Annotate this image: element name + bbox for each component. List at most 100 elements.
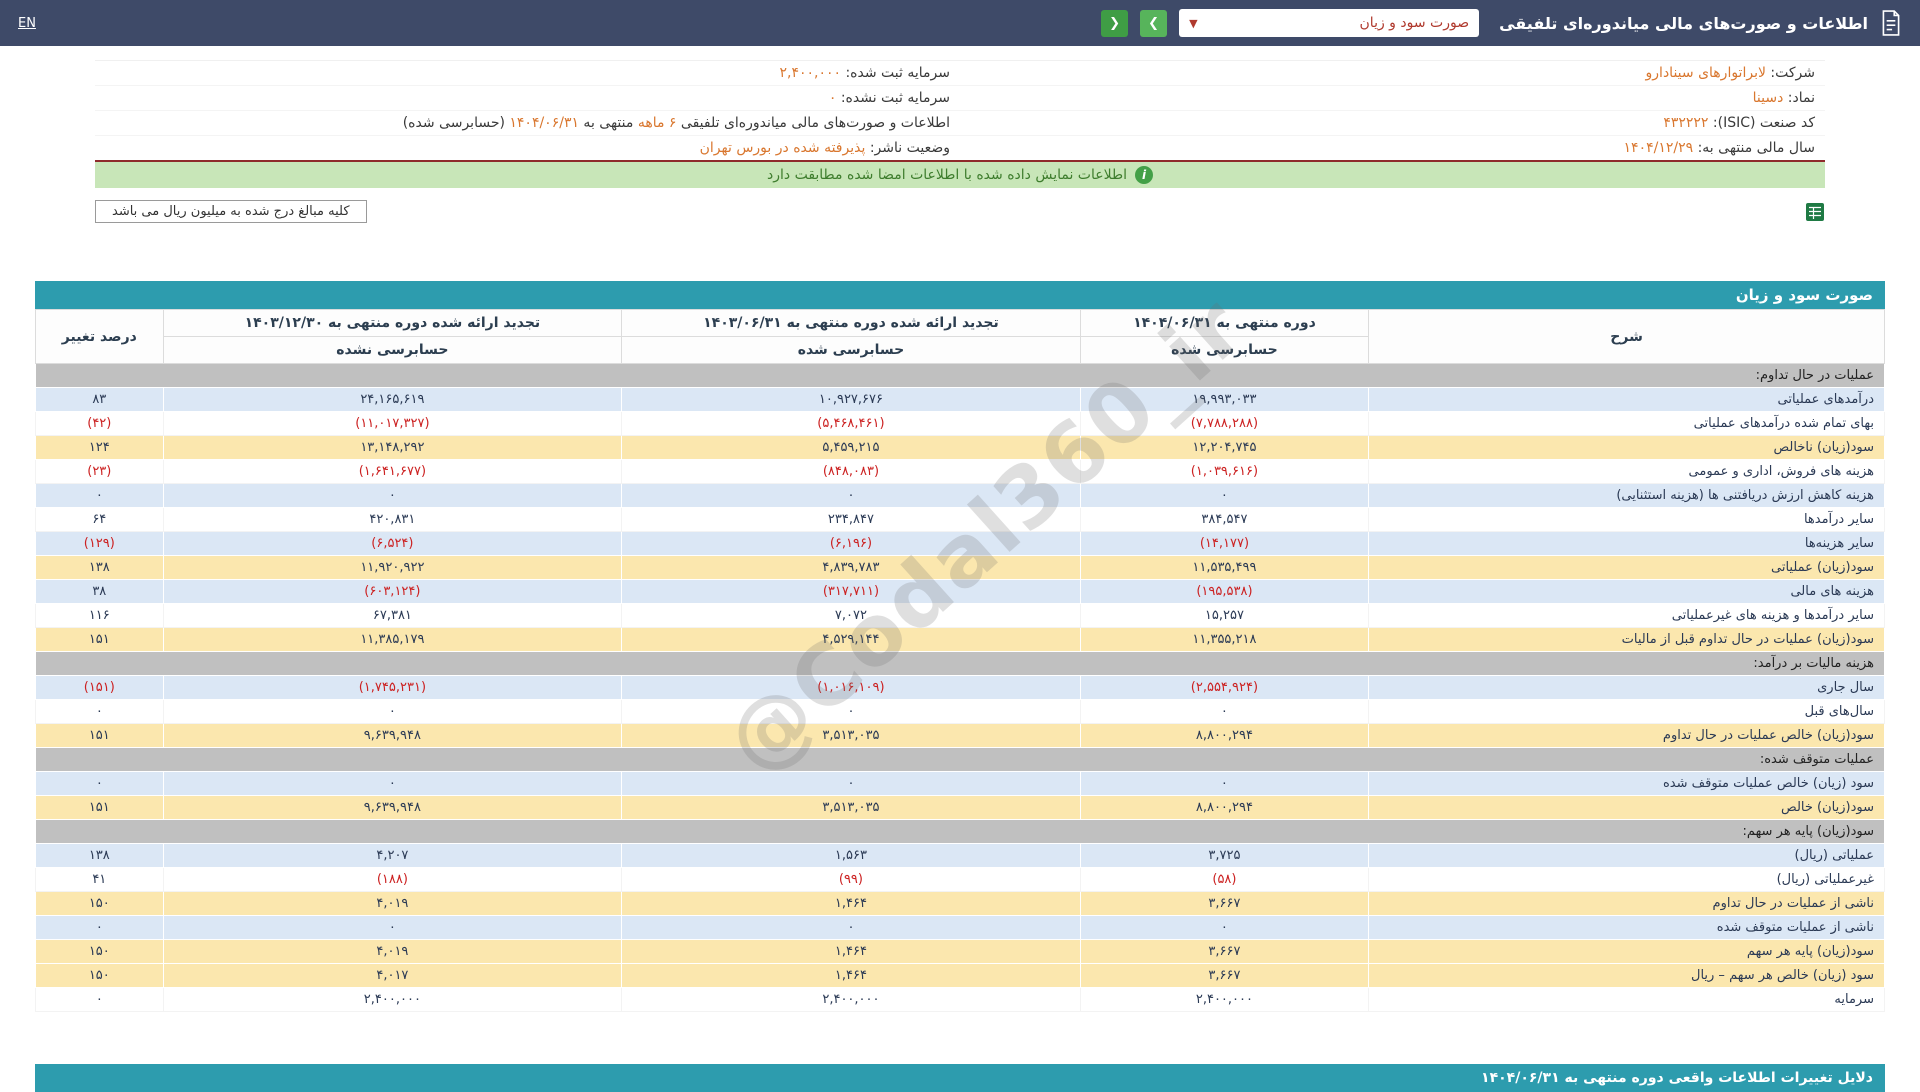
value-cell: (۱۴,۱۷۷) bbox=[1080, 532, 1368, 556]
excel-export-icon[interactable] bbox=[1805, 202, 1825, 222]
statement-row: سود(زیان) عملیاتی۱۱,۵۳۵,۴۹۹۴,۸۳۹,۷۸۳۱۱,۹… bbox=[36, 556, 1885, 580]
value-cell: (۱,۰۳۹,۶۱۶) bbox=[1080, 460, 1368, 484]
row-label: هزینه های فروش، اداری و عمومی bbox=[1369, 460, 1885, 484]
statement-section: صورت سود و زیان شرح دوره منتهی به ۱۴۰۴/۰… bbox=[35, 281, 1885, 1012]
value-cell: ۳۸ bbox=[36, 580, 164, 604]
row-label: سود (زیان) خالص عملیات متوقف شده bbox=[1369, 772, 1885, 796]
value-cell: ۷,۰۷۲ bbox=[622, 604, 1081, 628]
statement-row: سود(زیان) پایه هر سهم۳,۶۶۷۱,۴۶۴۴,۰۱۹۱۵۰ bbox=[36, 940, 1885, 964]
value-cell: ۱۱,۹۲۰,۹۲۲ bbox=[163, 556, 622, 580]
value-cell: ۱۹,۹۹۳,۰۳۳ bbox=[1080, 388, 1368, 412]
value-cell: ۱۱۶ bbox=[36, 604, 164, 628]
value-cell: ۴۱ bbox=[36, 868, 164, 892]
value-cell: ۱۵۰ bbox=[36, 964, 164, 988]
value-cell: ۰ bbox=[1080, 916, 1368, 940]
row-label: سرمایه bbox=[1369, 988, 1885, 1012]
value-cell: (۱۱,۰۱۷,۳۲۷) bbox=[163, 412, 622, 436]
value-cell: (۱۲۹) bbox=[36, 532, 164, 556]
value-cell: ۰ bbox=[1080, 484, 1368, 508]
fiscal-year-label: سال مالی منتهی به: bbox=[1698, 140, 1815, 156]
report-period-prefix: اطلاعات و صورت‌های مالی میاندوره‌ای تلفی… bbox=[676, 115, 950, 131]
statement-row: سایر درآمدها۳۸۴,۵۴۷۲۳۴,۸۴۷۴۲۰,۸۳۱۶۴ bbox=[36, 508, 1885, 532]
value-cell: ۱۳۸ bbox=[36, 556, 164, 580]
statement-row: هزینه های فروش، اداری و عمومی(۱,۰۳۹,۶۱۶)… bbox=[36, 460, 1885, 484]
statement-row: سود (زیان) خالص هر سهم – ریال۳,۶۶۷۱,۴۶۴۴… bbox=[36, 964, 1885, 988]
value-cell: ۳,۵۱۳,۰۳۵ bbox=[622, 796, 1081, 820]
value-cell: ۵,۴۵۹,۲۱۵ bbox=[622, 436, 1081, 460]
row-label: بهای تمام شده درآمدهای عملیاتی bbox=[1369, 412, 1885, 436]
row-label: غیرعملیاتی (ریال) bbox=[1369, 868, 1885, 892]
value-cell: (۴۲) bbox=[36, 412, 164, 436]
report-period-field: اطلاعات و صورت‌های مالی میاندوره‌ای تلفی… bbox=[95, 111, 960, 136]
value-cell: (۸۴۸,۰۸۳) bbox=[622, 460, 1081, 484]
col-header-period3: تجدید ارائه شده دوره منتهی به ۱۴۰۳/۱۲/۳۰ bbox=[163, 310, 622, 337]
statement-row: سود(زیان) عملیات در حال تداوم قبل از مال… bbox=[36, 628, 1885, 652]
statement-select[interactable]: صورت سود و زیان ▼ bbox=[1179, 9, 1479, 37]
value-cell: ۸,۸۰۰,۲۹۴ bbox=[1080, 796, 1368, 820]
row-label: عملیاتی (ریال) bbox=[1369, 844, 1885, 868]
value-cell: ۱۵۰ bbox=[36, 940, 164, 964]
section-row: هزینه مالیات بر درآمد: bbox=[36, 652, 1885, 676]
value-cell: ۲۴,۱۶۵,۶۱۹ bbox=[163, 388, 622, 412]
value-cell: ۱۵,۲۵۷ bbox=[1080, 604, 1368, 628]
value-cell: ۰ bbox=[163, 484, 622, 508]
value-cell: ۰ bbox=[163, 700, 622, 724]
section-label: هزینه مالیات بر درآمد: bbox=[36, 652, 1885, 676]
value-cell: ۱۲,۲۰۴,۷۴۵ bbox=[1080, 436, 1368, 460]
issuer-status-field: وضعیت ناشر: پذیرفته شده در بورس تهران bbox=[95, 136, 960, 160]
fiscal-year-field: سال مالی منتهی به: ۱۴۰۴/۱۲/۲۹ bbox=[960, 136, 1825, 160]
value-cell: (۱۸۸) bbox=[163, 868, 622, 892]
statement-title: صورت سود و زیان bbox=[35, 281, 1885, 309]
row-label: سال جاری bbox=[1369, 676, 1885, 700]
next-statement-button[interactable]: ❯ bbox=[1140, 10, 1167, 37]
language-toggle-en[interactable]: EN bbox=[18, 16, 36, 31]
value-cell: (۷,۷۸۸,۲۸۸) bbox=[1080, 412, 1368, 436]
value-cell: ۹,۶۳۹,۹۴۸ bbox=[163, 796, 622, 820]
row-label: هزینه کاهش ارزش دریافتنی ها (هزینه استثن… bbox=[1369, 484, 1885, 508]
value-cell: ۱۵۱ bbox=[36, 724, 164, 748]
statement-row: سال‌های قبل۰۰۰۰ bbox=[36, 700, 1885, 724]
signed-info-bar: i اطلاعات نمایش داده شده با اطلاعات امضا… bbox=[95, 162, 1825, 188]
statement-table: شرح دوره منتهی به ۱۴۰۴/۰۶/۳۱ تجدید ارائه… bbox=[35, 309, 1885, 1012]
unregistered-capital-value: ۰ bbox=[829, 90, 837, 106]
section-row: عملیات در حال تداوم: bbox=[36, 364, 1885, 388]
value-cell: ۱۰,۹۲۷,۶۷۶ bbox=[622, 388, 1081, 412]
value-cell: ۴,۰۱۷ bbox=[163, 964, 622, 988]
col-header-description: شرح bbox=[1369, 310, 1885, 364]
row-label: سود(زیان) ناخالص bbox=[1369, 436, 1885, 460]
value-cell: ۲۳۴,۸۴۷ bbox=[622, 508, 1081, 532]
value-cell: ۱۲۴ bbox=[36, 436, 164, 460]
value-cell: ۱۱,۳۵۵,۲۱۸ bbox=[1080, 628, 1368, 652]
value-cell: ۰ bbox=[163, 772, 622, 796]
value-cell: ۹,۶۳۹,۹۴۸ bbox=[163, 724, 622, 748]
section-label: عملیات متوقف شده: bbox=[36, 748, 1885, 772]
value-cell: ۰ bbox=[36, 916, 164, 940]
statement-row: بهای تمام شده درآمدهای عملیاتی(۷,۷۸۸,۲۸۸… bbox=[36, 412, 1885, 436]
info-icon: i bbox=[1135, 166, 1153, 184]
issuer-status-label: وضعیت ناشر: bbox=[870, 140, 950, 156]
value-cell: ۱۱,۳۸۵,۱۷۹ bbox=[163, 628, 622, 652]
report-document-icon bbox=[1880, 10, 1902, 36]
value-cell: ۲,۴۰۰,۰۰۰ bbox=[163, 988, 622, 1012]
value-cell: ۶۷,۳۸۱ bbox=[163, 604, 622, 628]
statement-row: درآمدهای عملیاتی۱۹,۹۹۳,۰۳۳۱۰,۹۲۷,۶۷۶۲۴,۱… bbox=[36, 388, 1885, 412]
report-period-audit-state: (حسابرسی شده) bbox=[403, 115, 505, 131]
value-cell: (۶,۱۹۶) bbox=[622, 532, 1081, 556]
symbol-label: نماد: bbox=[1788, 90, 1815, 106]
value-cell: ۳,۶۶۷ bbox=[1080, 940, 1368, 964]
statement-row: ناشی از عملیات متوقف شده۰۰۰۰ bbox=[36, 916, 1885, 940]
statement-row: هزینه های مالی(۱۹۵,۵۳۸)(۳۱۷,۷۱۱)(۶۰۳,۱۲۴… bbox=[36, 580, 1885, 604]
value-cell: (۳۱۷,۷۱۱) bbox=[622, 580, 1081, 604]
company-name-value: لابراتوارهای سینادارو bbox=[1646, 65, 1766, 81]
row-label: سود(زیان) عملیاتی bbox=[1369, 556, 1885, 580]
value-cell: (۱,۰۱۶,۱۰۹) bbox=[622, 676, 1081, 700]
registered-capital-field: سرمایه ثبت شده: ۲,۴۰۰,۰۰۰ bbox=[95, 61, 960, 86]
statement-row: سایر درآمدها و هزینه های غیرعملیاتی۱۵,۲۵… bbox=[36, 604, 1885, 628]
statement-table-body: عملیات در حال تداوم:درآمدهای عملیاتی۱۹,۹… bbox=[36, 364, 1885, 1012]
statement-row: سال جاری(۲,۵۵۴,۹۲۴)(۱,۰۱۶,۱۰۹)(۱,۷۴۵,۲۳۱… bbox=[36, 676, 1885, 700]
value-cell: ۳,۶۶۷ bbox=[1080, 892, 1368, 916]
prev-statement-button[interactable]: ❮ bbox=[1101, 10, 1128, 37]
signed-info-text: اطلاعات نمایش داده شده با اطلاعات امضا ش… bbox=[767, 167, 1127, 183]
row-label: سود(زیان) عملیات در حال تداوم قبل از مال… bbox=[1369, 628, 1885, 652]
value-cell: ۱,۵۶۳ bbox=[622, 844, 1081, 868]
